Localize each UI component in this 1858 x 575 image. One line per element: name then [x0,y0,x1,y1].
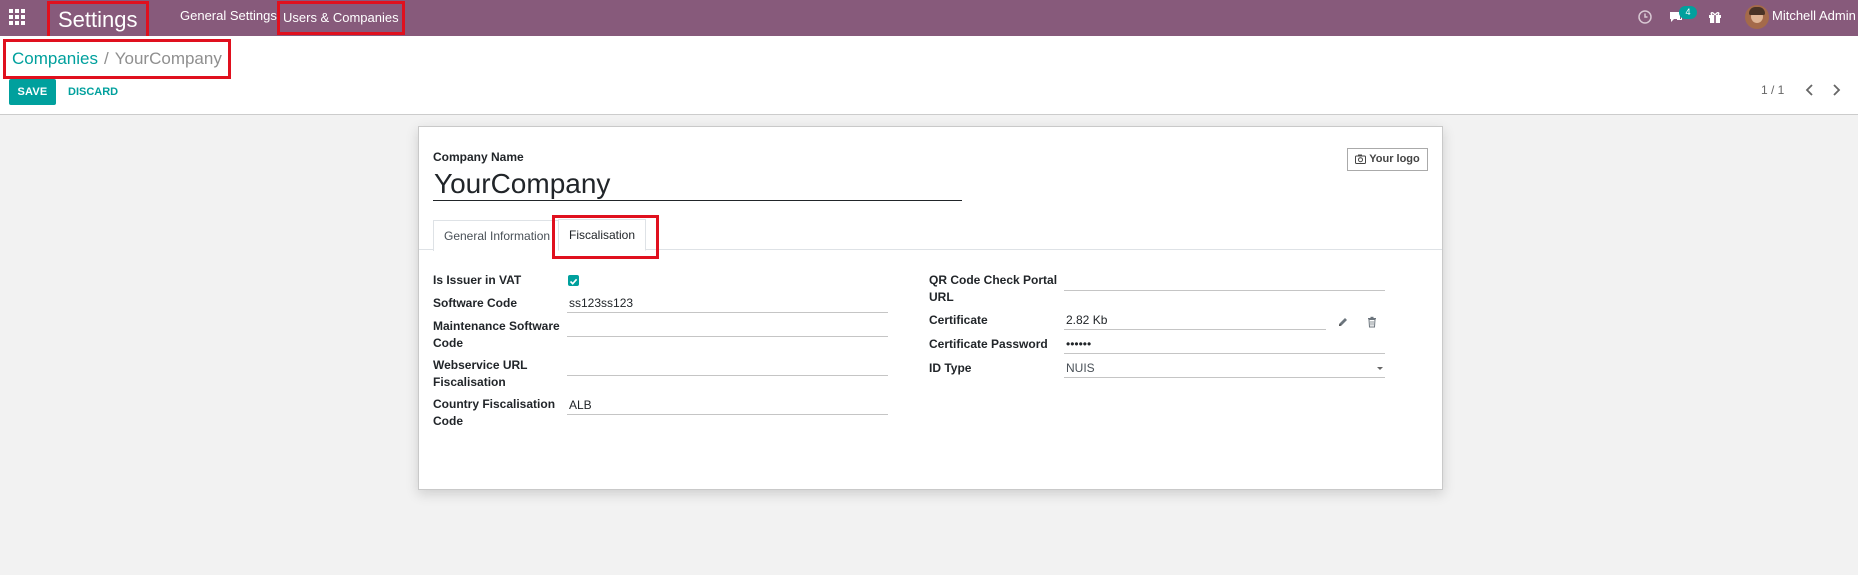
is-issuer-vat-checkbox[interactable] [568,275,579,286]
qr-code-url-label-line2: URL [929,290,954,304]
logo-upload-button[interactable]: Your logo [1347,148,1428,171]
qr-code-url-input[interactable] [1064,272,1385,291]
company-name-input[interactable]: YourCompany [433,168,962,201]
pencil-icon[interactable] [1337,316,1349,328]
top-navbar: Settings General Settings Users & Compan… [0,0,1858,39]
id-type-value: NUIS [1066,361,1095,375]
maintenance-software-code-input[interactable] [567,318,888,337]
certificate-password-label: Certificate Password [929,337,1048,351]
certificate-password-input[interactable]: •••••• [1064,335,1385,354]
pager-value[interactable]: 1 / 1 [1761,83,1784,97]
webservice-url-label-line1: Webservice URL [433,358,528,372]
breadcrumb-current: YourCompany [114,49,222,68]
save-button[interactable]: SAVE [9,79,56,105]
tab-fiscalisation[interactable]: Fiscalisation [558,219,647,251]
menu-general-settings[interactable]: General Settings [180,0,277,32]
gift-icon[interactable] [1707,9,1723,25]
discard-button[interactable]: DISCARD [68,79,118,105]
software-code-input[interactable]: ss123ss123 [567,294,888,313]
company-name-label: Company Name [433,150,524,164]
breadcrumb: Companies / YourCompany [3,39,231,79]
qr-code-url-label: QR Code Check Portal URL [929,272,1057,306]
tab-general-information[interactable]: General Information [433,220,562,251]
country-code-label-line2: Code [433,414,463,428]
qr-code-url-label-line1: QR Code Check Portal [929,273,1058,287]
app-title[interactable]: Settings [47,1,149,39]
webservice-url-label-line2: Fiscalisation [433,375,506,389]
dropdown-arrow-icon [1377,367,1383,370]
checkmark-icon [569,278,578,285]
chevron-right-icon[interactable] [1829,82,1843,98]
country-code-input[interactable]: ALB [567,396,888,415]
breadcrumb-separator: / [104,49,109,68]
certificate-input[interactable]: 2.82 Kb [1064,311,1326,330]
breadcrumb-companies-link[interactable]: Companies [12,49,98,68]
messages-badge: 4 [1679,6,1697,19]
control-panel: Companies / YourCompany SAVE DISCARD 1 / 1 [0,36,1858,115]
logo-button-label: Your logo [1369,153,1420,165]
user-avatar[interactable] [1745,5,1769,29]
form-sheet: Company Name YourCompany Your logo Gener… [418,126,1443,490]
maintenance-software-code-label-line2: Code [433,336,463,350]
id-type-label: ID Type [929,361,972,375]
country-code-label-line1: Country Fiscalisation [433,397,556,411]
chevron-left-icon[interactable] [1803,82,1817,98]
maintenance-software-code-label-line1: Maintenance Software [433,319,560,333]
id-type-select[interactable]: NUIS [1064,359,1385,378]
webservice-url-label: Webservice URL Fiscalisation [433,357,527,391]
maintenance-software-code-label: Maintenance Software Code [433,318,560,352]
trash-icon[interactable] [1366,316,1378,328]
avatar-hair [1749,7,1765,15]
webservice-url-input[interactable] [567,357,888,376]
menu-users-companies[interactable]: Users & Companies [277,1,405,35]
is-issuer-vat-label: Is Issuer in VAT [433,273,522,287]
camera-icon [1355,154,1367,164]
software-code-label: Software Code [433,296,518,310]
apps-menu-icon[interactable] [9,9,27,27]
country-code-label: Country Fiscalisation Code [433,396,555,430]
certificate-label: Certificate [929,313,988,327]
user-name[interactable]: Mitchell Admin [1772,0,1856,32]
clock-icon[interactable] [1637,9,1653,25]
